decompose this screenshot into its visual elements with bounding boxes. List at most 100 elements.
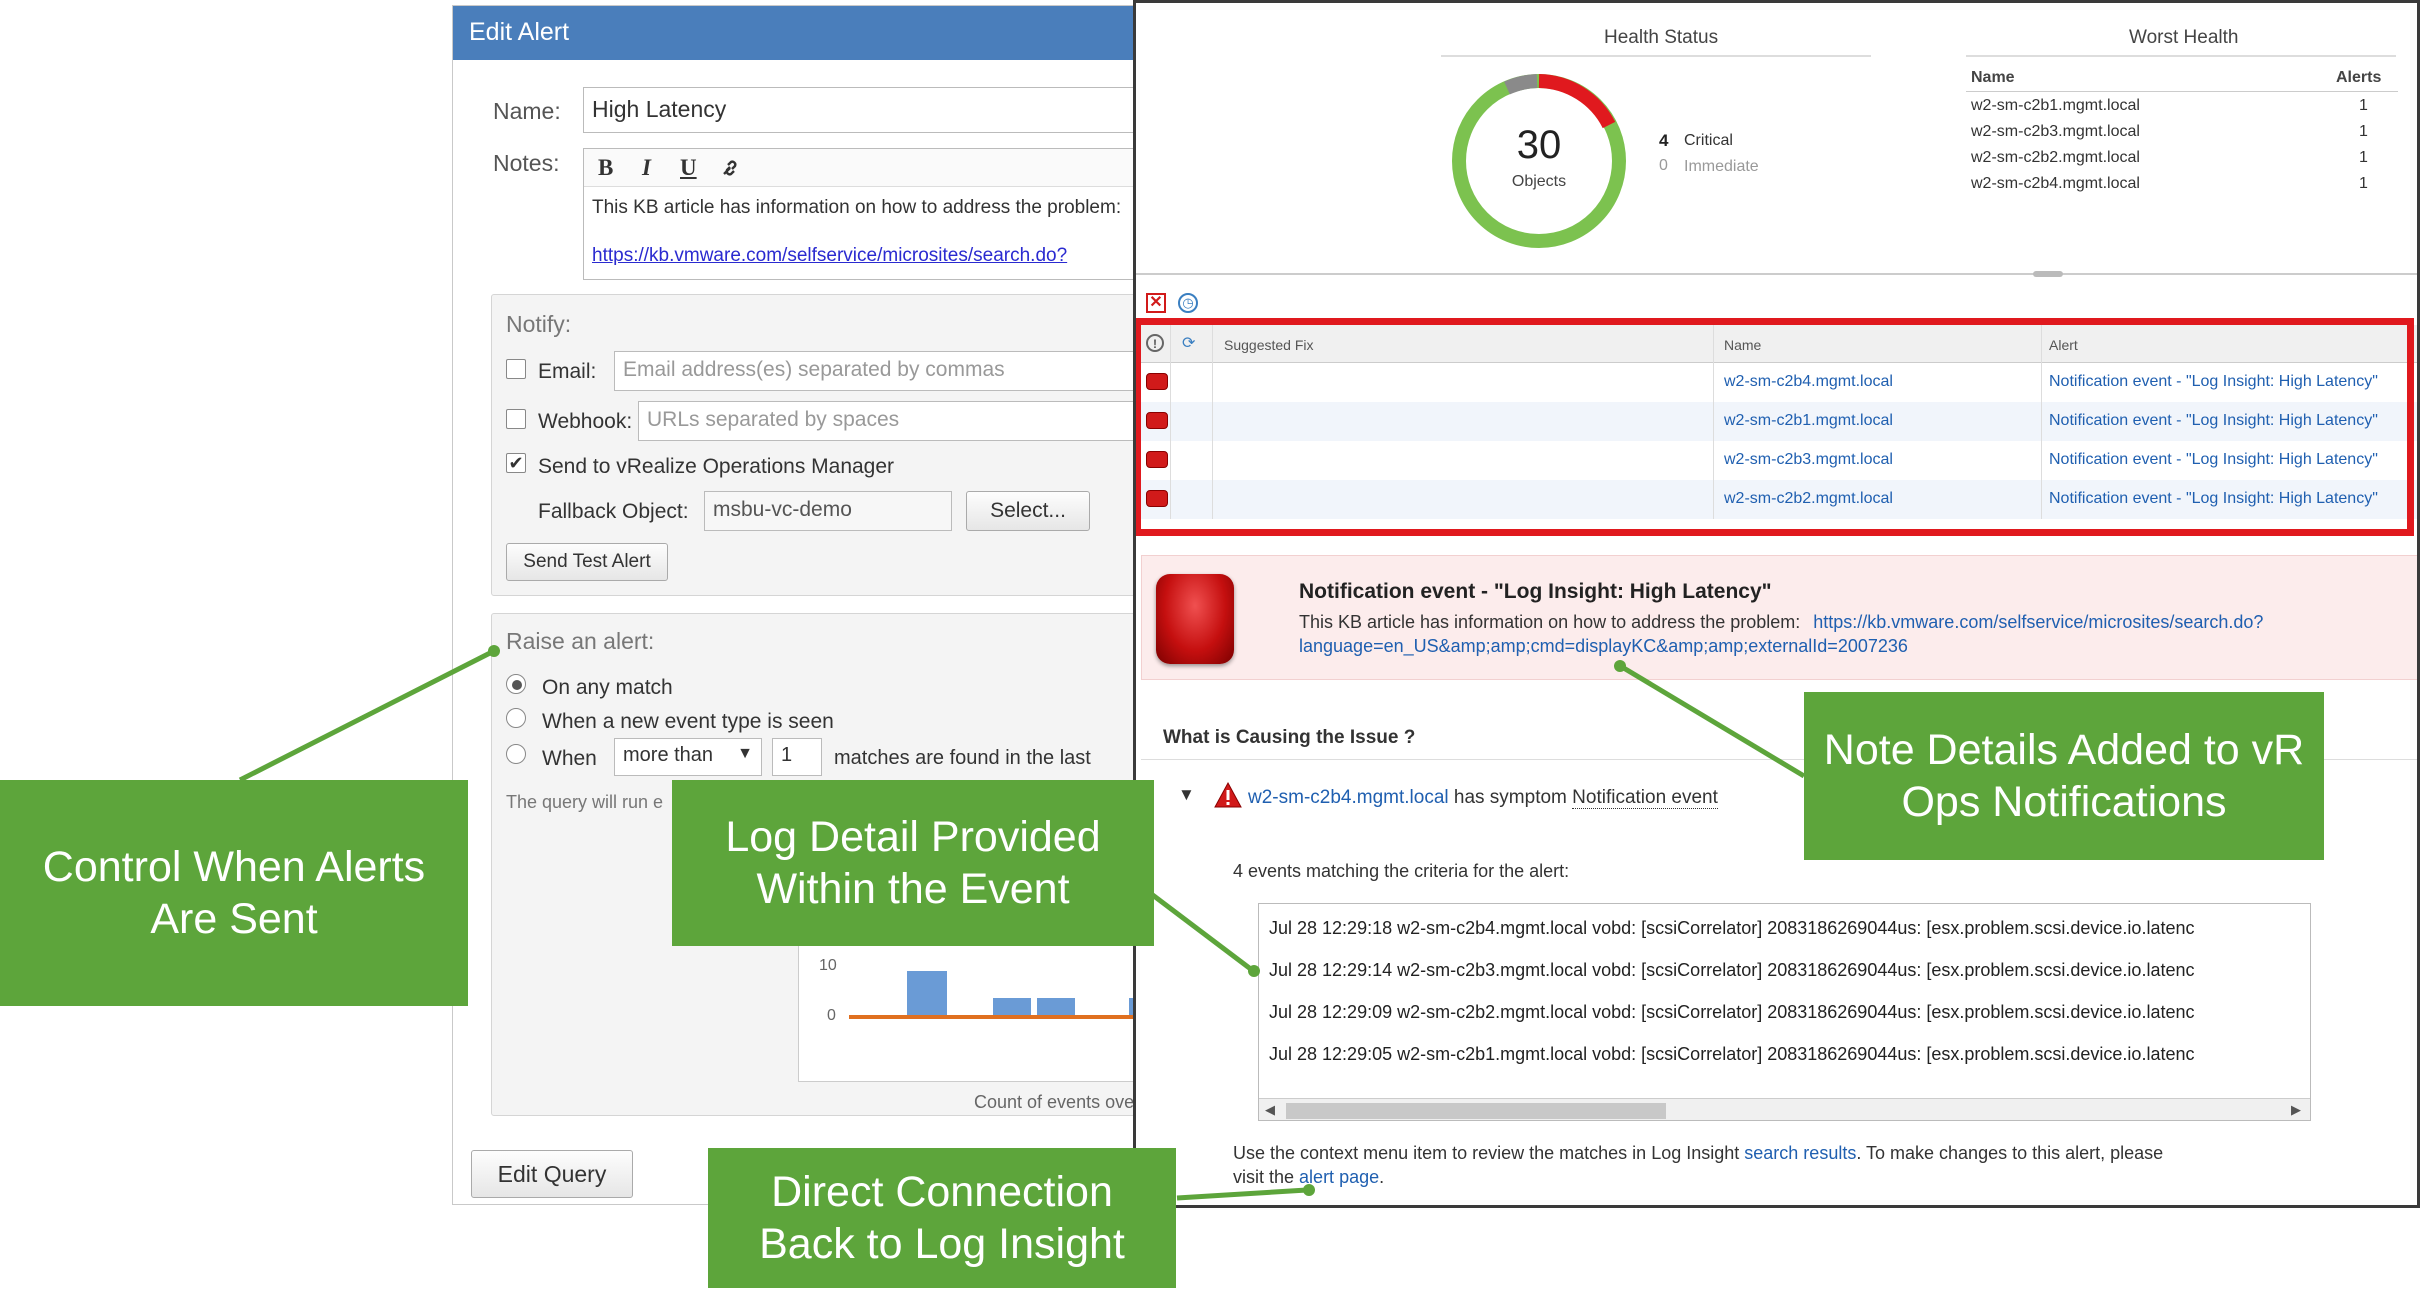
edit-query-button[interactable]: Edit Query	[471, 1150, 633, 1198]
footer-line-2: visit the alert page.	[1233, 1167, 1384, 1188]
wh-row[interactable]: w2-sm-c2b2.mgmt.local 1	[1971, 149, 2401, 175]
chart-tick-10: 10	[819, 957, 837, 974]
email-input[interactable]: Email address(es) separated by commas	[614, 351, 1141, 391]
critical-alert-icon	[1156, 574, 1234, 664]
wh-row-alerts: 1	[2359, 149, 2368, 166]
divider	[1966, 55, 2396, 57]
option-when: When	[542, 747, 597, 770]
notification-link-2[interactable]: language=en_US&amp;amp;cmd=displayKC&amp…	[1299, 636, 1908, 657]
wh-row[interactable]: w2-sm-c2b1.mgmt.local 1	[1971, 97, 2401, 123]
notification-banner: Notification event - "Log Insight: High …	[1141, 555, 2417, 680]
footer-text: Use the context menu item to review the …	[1233, 1143, 1740, 1163]
notes-link[interactable]: https://kb.vmware.com/selfservice/micros…	[592, 245, 1067, 267]
splitter[interactable]	[1136, 273, 2417, 275]
radio-new-event[interactable]	[506, 708, 526, 728]
alert-page-link[interactable]: alert page	[1299, 1167, 1379, 1187]
splitter-handle[interactable]	[2033, 271, 2063, 277]
notification-link-1[interactable]: https://kb.vmware.com/selfservice/micros…	[1813, 612, 2263, 632]
notes-toolbar: B I U	[584, 149, 1141, 187]
wh-row-alerts: 1	[2359, 123, 2368, 140]
cause-host-link[interactable]: w2-sm-c2b4.mgmt.local	[1248, 787, 1449, 808]
bold-button[interactable]: B	[598, 155, 613, 181]
symptom-link[interactable]: Notification event	[1572, 787, 1718, 809]
webhook-input[interactable]: URLs separated by spaces	[638, 401, 1141, 441]
wh-row[interactable]: w2-sm-c2b3.mgmt.local 1	[1971, 123, 2401, 149]
horizontal-scrollbar[interactable]: ◀ ▶	[1259, 1098, 2310, 1120]
fallback-label: Fallback Object:	[538, 500, 689, 523]
webhook-placeholder: URLs separated by spaces	[647, 408, 900, 431]
radio-any-match[interactable]	[506, 674, 526, 694]
query-note: The query will run e	[506, 792, 664, 812]
events-list[interactable]: Jul 28 12:29:18 w2-sm-c2b4.mgmt.local vo…	[1258, 903, 2311, 1121]
fallback-value: msbu-vc-demo	[713, 498, 852, 521]
immediate-count: 0	[1659, 157, 1668, 174]
webhook-label: Webhook:	[538, 410, 633, 433]
email-checkbox[interactable]	[506, 359, 526, 379]
callout-note-details: Note Details Added to vR Ops Notificatio…	[1804, 692, 2324, 860]
footer-text-2: . To make changes to this alert, please	[1856, 1143, 2164, 1163]
scroll-left-icon[interactable]: ◀	[1265, 1102, 1275, 1118]
vrops-panel: Health Status 30 Objects 4 Critical 0 Im…	[1133, 0, 2420, 1208]
suspend-alert-icon[interactable]: ◷	[1178, 293, 1198, 313]
raise-title: Raise an alert:	[506, 628, 655, 654]
collapse-arrow-icon[interactable]: ▼	[1178, 785, 1195, 805]
count-input[interactable]: 1	[772, 738, 822, 776]
event-line: Jul 28 12:29:18 w2-sm-c2b4.mgmt.local vo…	[1269, 918, 2195, 938]
radio-when[interactable]	[506, 744, 526, 764]
select-button[interactable]: Select...	[966, 491, 1090, 531]
wh-col-name: Name	[1971, 69, 2015, 86]
event-line: Jul 28 12:29:05 w2-sm-c2b1.mgmt.local vo…	[1269, 1044, 2195, 1064]
health-status-title: Health Status	[1604, 27, 1719, 48]
notification-text: This KB article has information on how t…	[1299, 612, 2263, 633]
highlight-box	[1136, 318, 2414, 536]
worst-health-list: w2-sm-c2b1.mgmt.local 1 w2-sm-c2b3.mgmt.…	[1971, 97, 2401, 201]
has-symptom-text: has symptom	[1453, 787, 1567, 808]
scrollbar-thumb[interactable]	[1286, 1103, 1666, 1119]
name-value: High Latency	[592, 96, 727, 122]
callout-direct-connection: Direct Connection Back to Log Insight	[708, 1148, 1176, 1288]
critical-count: 4	[1659, 131, 1669, 150]
option-new-event: When a new event type is seen	[542, 710, 834, 733]
search-results-link[interactable]: search results	[1744, 1143, 1856, 1163]
worst-health-title: Worst Health	[2129, 27, 2239, 48]
wh-row[interactable]: w2-sm-c2b4.mgmt.local 1	[1971, 175, 2401, 201]
critical-label: Critical	[1684, 132, 1733, 149]
vrops-checkbox[interactable]: ✔	[506, 453, 526, 473]
notify-title: Notify:	[506, 311, 572, 337]
callout-log-detail: Log Detail Provided Within the Event	[672, 780, 1154, 946]
email-placeholder: Email address(es) separated by commas	[623, 358, 1005, 381]
notes-editor[interactable]: B I U This KB article has information on…	[583, 148, 1141, 280]
footer-end: .	[1379, 1167, 1385, 1187]
chart-caption: Count of events ove	[974, 1092, 1135, 1112]
matches-suffix: matches are found in the last	[834, 747, 1091, 769]
webhook-checkbox[interactable]	[506, 409, 526, 429]
wh-row-name: w2-sm-c2b1.mgmt.local	[1971, 97, 2140, 114]
warning-icon	[1214, 781, 1242, 808]
footer-text-3: visit the	[1233, 1167, 1295, 1187]
health-unit: Objects	[1511, 173, 1567, 190]
notes-text: This KB article has information on how t…	[592, 197, 1122, 218]
vrops-label: Send to vRealize Operations Manager	[538, 455, 895, 478]
count-value: 1	[781, 744, 793, 766]
chart-bar	[907, 971, 947, 1017]
send-test-alert-button[interactable]: Send Test Alert	[506, 543, 668, 581]
chart-baseline	[849, 1015, 1141, 1019]
cancel-alert-icon[interactable]: ✕	[1146, 293, 1166, 313]
name-input[interactable]: High Latency	[583, 87, 1141, 133]
event-line: Jul 28 12:29:09 w2-sm-c2b2.mgmt.local vo…	[1269, 1002, 2195, 1022]
scroll-right-icon[interactable]: ▶	[2291, 1102, 2301, 1118]
immediate-label: Immediate	[1684, 158, 1759, 175]
wh-row-name: w2-sm-c2b4.mgmt.local	[1971, 175, 2140, 192]
comparator-select[interactable]: more than ▼	[614, 738, 762, 776]
cause-title: What is Causing the Issue ?	[1163, 727, 1416, 748]
name-label: Name:	[493, 98, 561, 124]
underline-button[interactable]: U	[680, 155, 697, 181]
italic-button[interactable]: I	[642, 155, 651, 181]
event-line: Jul 28 12:29:14 w2-sm-c2b3.mgmt.local vo…	[1269, 960, 2195, 980]
link-icon[interactable]	[720, 158, 742, 178]
wh-col-alerts: Alerts	[2336, 69, 2382, 86]
dropdown-arrow-icon: ▼	[737, 745, 753, 762]
divider	[1966, 91, 2398, 92]
notes-label: Notes:	[493, 150, 560, 176]
fallback-input[interactable]: msbu-vc-demo	[704, 491, 952, 531]
